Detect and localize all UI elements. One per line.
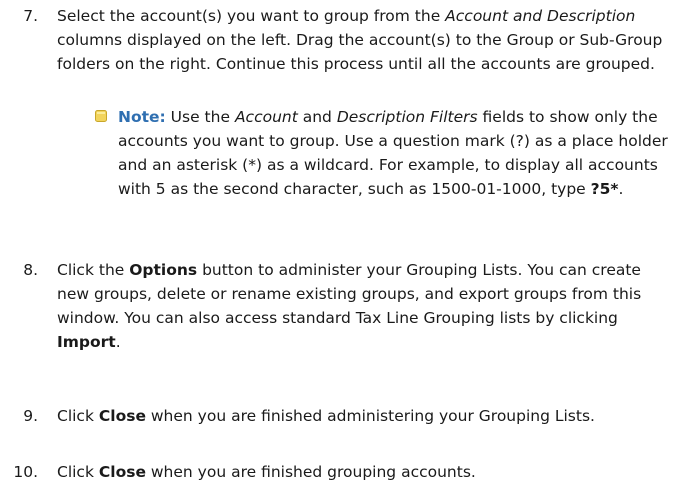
ui-term: Close: [98, 463, 146, 481]
text-run: columns displayed on the left. Drag the …: [57, 31, 663, 73]
wildcard-example: ?5*: [590, 180, 619, 198]
note-block: Note: Use the Account and Description Fi…: [95, 105, 678, 201]
step-text: Select the account(s) you want to group …: [57, 4, 676, 76]
emphasis-text: Description Filters: [336, 108, 478, 126]
text-run: Select the account(s) you want to group …: [57, 7, 446, 25]
note-icon: [94, 106, 108, 130]
instructions-document: 7. Select the account(s) you want to gro…: [0, 0, 682, 487]
text-run: .: [618, 180, 624, 198]
emphasis-text: Account: [234, 108, 298, 126]
step-text: Click the Options button to administer y…: [57, 258, 676, 354]
step-text: Click Close when you are finished groupi…: [57, 460, 676, 484]
text-run: Use the: [165, 108, 235, 126]
step-number: 8.: [23, 261, 38, 279]
step-number: 7.: [23, 7, 38, 25]
ui-term: Close: [98, 407, 146, 425]
ui-term: Options: [129, 261, 198, 279]
text-run: Click: [57, 407, 99, 425]
text-run: Click the: [57, 261, 130, 279]
text-run: when you are finished grouping accounts.: [145, 463, 476, 481]
text-run: when you are finished administering your…: [145, 407, 595, 425]
text-run: Click: [57, 463, 99, 481]
text-run: and: [297, 108, 337, 126]
text-run: .: [115, 333, 121, 351]
step-number: 10.: [13, 463, 38, 481]
note-label: Note:: [118, 108, 166, 126]
step-number: 9.: [23, 407, 38, 425]
ui-term: Import: [57, 333, 116, 351]
step-text: Click Close when you are finished admini…: [57, 404, 676, 428]
emphasis-text: Account and Description: [445, 7, 636, 25]
